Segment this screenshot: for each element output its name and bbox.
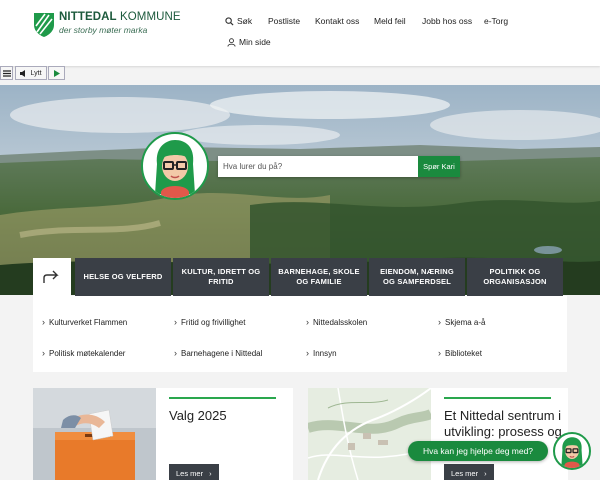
card-accent-line: [444, 397, 551, 399]
quick-link[interactable]: › Nittedalsskolen: [306, 317, 367, 327]
category-eiendom[interactable]: EIENDOM, NÆRING OG SAMFERDSEL: [369, 258, 465, 296]
map-image: [308, 388, 431, 480]
play-icon: [53, 69, 60, 77]
quick-link-label: Kulturverket Flammen: [49, 318, 128, 327]
chevron-right-icon: ›: [209, 468, 212, 478]
user-icon: [227, 37, 236, 47]
quick-link-label: Nittedalsskolen: [313, 318, 368, 327]
ballot-box-image: [33, 388, 156, 480]
menu-icon: [2, 69, 11, 77]
quick-link-label: Politisk møtekalender: [49, 349, 126, 358]
chevron-right-icon: ›: [438, 317, 441, 327]
kari-face-icon: [155, 140, 195, 198]
nav-meld-feil[interactable]: Meld feil: [374, 16, 406, 26]
card-title: Et Nittedal sentrum i utvikling: prosess…: [444, 408, 562, 440]
category-helse[interactable]: HELSE OG VELFERD: [75, 258, 171, 296]
chevron-right-icon: ›: [484, 468, 487, 478]
kari-face-icon: [561, 437, 583, 468]
nav-postliste-label: Postliste: [268, 16, 301, 26]
listen-play-button[interactable]: Lytt: [15, 66, 47, 80]
nav-etorg[interactable]: e-Torg: [484, 16, 508, 26]
listen-menu-button[interactable]: [0, 66, 13, 80]
quick-link[interactable]: › Kulturverket Flammen: [42, 317, 127, 327]
site-logo[interactable]: NITTEDAL KOMMUNE der storby møter marka: [33, 11, 181, 38]
card-title: Valg 2025: [169, 408, 227, 423]
quick-link-label: Biblioteket: [445, 349, 482, 358]
speaker-icon: [20, 69, 26, 77]
quick-link[interactable]: › Fritid og frivillighet: [174, 317, 245, 327]
news-card[interactable]: Valg 2025 Les mer ›: [33, 388, 293, 480]
chat-avatar-button[interactable]: [553, 432, 591, 470]
listen-play-label: Lytt: [30, 69, 42, 77]
kari-search-box: Spør Kari: [218, 156, 460, 177]
quick-link-label: Skjema a-å: [445, 318, 486, 327]
quick-link-label: Barnehagene i Nittedal: [181, 349, 263, 358]
quick-link[interactable]: › Politisk møtekalender: [42, 348, 125, 358]
card-accent-line: [169, 397, 276, 399]
read-more-button[interactable]: Les mer ›: [169, 464, 219, 480]
shield-logo-icon: [34, 13, 54, 37]
quick-link[interactable]: › Biblioteket: [438, 348, 482, 358]
nav-search[interactable]: Søk: [225, 16, 252, 26]
quick-links-panel: › Kulturverket Flammen › Fritid og frivill…: [33, 296, 567, 372]
category-barnehage[interactable]: BARNEHAGE, SKOLE OG FAMILIE: [271, 258, 367, 296]
page: NITTEDAL KOMMUNE der storby møter marka …: [0, 0, 600, 480]
tiles-arrow-button[interactable]: [33, 258, 71, 296]
chevron-right-icon: ›: [306, 348, 309, 358]
quick-link[interactable]: › Innsyn: [306, 348, 337, 358]
nav-meld-feil-label: Meld feil: [374, 16, 406, 26]
nav-min-side[interactable]: Min side: [227, 37, 271, 47]
read-more-label: Les mer: [176, 468, 204, 478]
nav-min-side-label: Min side: [239, 37, 271, 47]
kari-avatar[interactable]: [141, 132, 209, 200]
listen-toolbar: Lytt: [0, 66, 65, 80]
logo-name-bold: NITTEDAL: [59, 11, 117, 23]
arrow-right-icon: [43, 270, 59, 283]
listen-forward-button[interactable]: [48, 66, 65, 80]
news-card[interactable]: Et Nittedal sentrum i utvikling: prosess…: [308, 388, 568, 480]
ask-kari-button[interactable]: Spør Kari: [418, 156, 460, 177]
nav-kontakt-label: Kontakt oss: [315, 16, 360, 26]
quick-link[interactable]: › Skjema a-å: [438, 317, 485, 327]
read-more-label: Les mer: [451, 468, 479, 478]
quick-link-label: Fritid og frivillighet: [181, 318, 246, 327]
chevron-right-icon: ›: [438, 348, 441, 358]
quick-link[interactable]: › Barnehagene i Nittedal: [174, 348, 262, 358]
nav-postliste[interactable]: Postliste: [268, 16, 300, 26]
chevron-right-icon: ›: [174, 317, 177, 327]
chevron-right-icon: ›: [42, 348, 45, 358]
quick-link-label: Innsyn: [313, 349, 337, 358]
logo-tagline: der storby møter marka: [59, 24, 148, 35]
category-kultur[interactable]: KULTUR, IDRETT OG FRITID: [173, 258, 269, 296]
nav-etorg-label: e-Torg: [484, 16, 509, 26]
nav-search-label: Søk: [237, 16, 253, 26]
category-tiles: HELSE OG VELFERD KULTUR, IDRETT OG FRITI…: [33, 258, 565, 296]
site-header: NITTEDAL KOMMUNE der storby møter marka …: [0, 0, 600, 66]
chat-prompt-button[interactable]: Hva kan jeg hjelpe deg med?: [408, 441, 548, 461]
nav-jobb[interactable]: Jobb hos oss: [422, 16, 472, 26]
chevron-right-icon: ›: [174, 348, 177, 358]
nav-jobb-label: Jobb hos oss: [422, 16, 473, 26]
search-icon: [225, 16, 234, 26]
chevron-right-icon: ›: [42, 317, 45, 327]
chevron-right-icon: ›: [306, 317, 309, 327]
read-more-button[interactable]: Les mer ›: [444, 464, 494, 480]
category-politikk[interactable]: POLITIKK OG ORGANISASJON: [467, 258, 563, 296]
search-input[interactable]: [218, 156, 418, 177]
nav-kontakt[interactable]: Kontakt oss: [315, 16, 359, 26]
logo-name-rest: KOMMUNE: [116, 11, 181, 23]
